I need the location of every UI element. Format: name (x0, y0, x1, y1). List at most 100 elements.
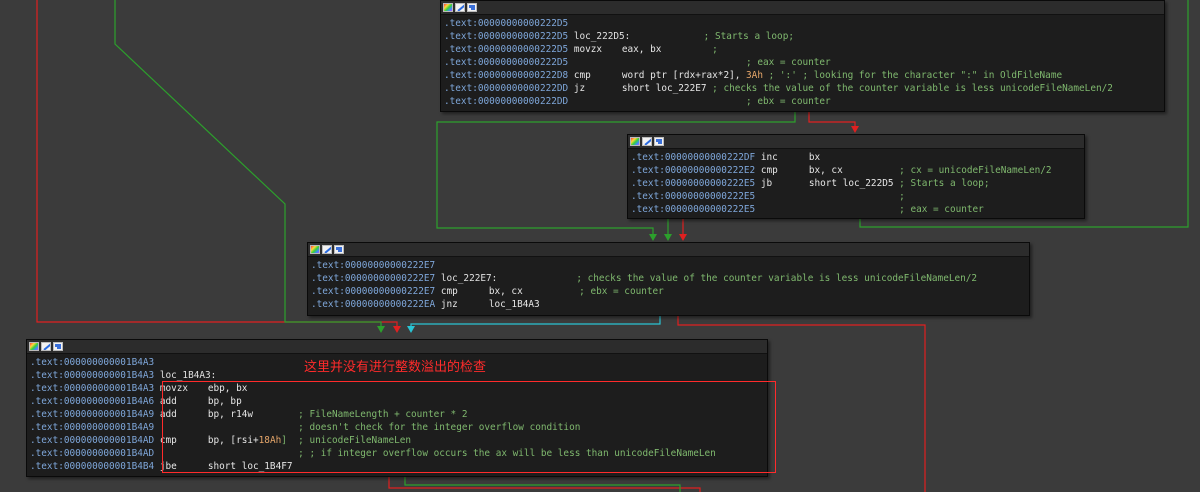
code-line[interactable]: .text:00000000000222DF inc bx (631, 151, 1081, 164)
line-mnemonic: movzx (573, 44, 603, 55)
palette-icon[interactable] (443, 3, 453, 12)
line-address: .text:000000000001B4A3 (30, 370, 155, 381)
line-comment: ; ':' ; looking for the character ":" in… (762, 70, 1063, 81)
line-address: .text:00000000000222D5 (444, 44, 569, 55)
line-address: .text:000000000001B4B4 (30, 461, 155, 472)
line-address: .text:000000000001B4A6 (30, 396, 155, 407)
code-block-loc-222D5[interactable]: .text:00000000000222D5 .text:00000000000… (440, 0, 1165, 112)
code-line[interactable]: .text:00000000000222E7 loc_222E7: ; chec… (311, 272, 1026, 285)
line-operand: bx, cx (488, 286, 580, 297)
line-operand (622, 95, 746, 108)
code-line[interactable]: .text:00000000000222E5 ; eax = counter (631, 203, 1081, 216)
pencil-icon[interactable] (322, 245, 332, 254)
palette-icon[interactable] (310, 245, 320, 254)
code-line[interactable]: .text:00000000000222D8 cmp word ptr [rdx+… (444, 69, 1161, 82)
graph-icon[interactable] (53, 342, 63, 351)
annotation-highlight-box (162, 381, 776, 473)
line-address: .text:00000000000222E7 (311, 260, 436, 271)
edge-b3-to-b4-cyan (410, 314, 661, 331)
arrow-b4-cyan (407, 326, 415, 333)
line-comment: ; Starts a loop; (630, 31, 794, 42)
code-line[interactable]: .text:00000000000222D5 loc_222D5: ; Star… (444, 30, 1161, 43)
line-operand: bx, cx (808, 165, 900, 176)
code-line[interactable]: .text:00000000000222E7 (311, 259, 1026, 272)
line-address: .text:00000000000222DD (444, 83, 569, 94)
line-mnemonic: cmp (440, 286, 458, 297)
line-address: .text:00000000000222EA (311, 299, 436, 310)
palette-icon[interactable] (630, 137, 640, 146)
line-address: .text:00000000000222E7 (311, 273, 436, 284)
line-operand (809, 190, 899, 203)
pencil-icon[interactable] (455, 3, 465, 12)
code-line[interactable]: .text:00000000000222D5 movzx eax, bx ; (444, 43, 1161, 56)
line-operand (622, 56, 746, 69)
code-block-loc-222E7[interactable]: .text:00000000000222E7 .text:00000000000… (307, 242, 1030, 316)
line-mnemonic: cmp (573, 70, 591, 81)
line-address: .text:000000000001B4A3 (30, 357, 155, 368)
arrow-b2-red (851, 126, 859, 133)
line-address: .text:00000000000222E5 (631, 191, 756, 202)
line-comment: ; eax = counter (899, 204, 984, 215)
line-comment: ; eax = counter (746, 57, 831, 68)
line-operand: bx (808, 152, 821, 163)
line-address: .text:00000000000222D5 (444, 57, 569, 68)
graph-icon[interactable] (654, 137, 664, 146)
code-line[interactable]: .text:00000000000222DD jz short loc_222E7… (444, 82, 1161, 95)
code-line[interactable]: .text:00000000000222D5 ; eax = counter (444, 56, 1161, 69)
node-header (441, 1, 1164, 15)
line-address: .text:00000000000222E5 (631, 204, 756, 215)
code-line[interactable]: .text:00000000000222E2 cmp bx, cx ; cx = … (631, 164, 1081, 177)
line-address: .text:000000000001B4A9 (30, 409, 155, 420)
line-mnemonic: cmp (760, 165, 778, 176)
pencil-icon[interactable] (642, 137, 652, 146)
arrow-b3-green-2 (664, 234, 672, 241)
code-line[interactable]: .text:00000000000222E5 ; (631, 190, 1081, 203)
node-header (628, 135, 1084, 149)
line-address: .text:00000000000222E2 (631, 165, 756, 176)
line-comment: ; checks the value of the counter variab… (497, 273, 978, 284)
code-line[interactable]: .text:00000000000222D5 (444, 17, 1161, 30)
pencil-icon[interactable] (41, 342, 51, 351)
line-comment: ; Starts a loop; (899, 178, 990, 189)
node-header (27, 340, 767, 354)
code-line[interactable]: .text:00000000000222DD ; ebx = counter (444, 95, 1161, 108)
arrow-b4-red (393, 326, 401, 333)
line-address: .text:00000000000222E7 (311, 286, 436, 297)
line-operand (809, 203, 899, 216)
line-mnemonic: jb (760, 178, 773, 189)
code-line[interactable]: .text:00000000000222EA jnz loc_1B4A3 (311, 298, 1026, 311)
line-address: .text:00000000000222D5 (444, 31, 569, 42)
line-operand: word ptr [rdx+rax*2], (621, 70, 747, 81)
code-line[interactable]: .text:00000000000222E7 cmp bx, cx ; ebx =… (311, 285, 1026, 298)
edge-b1-to-b2 (808, 111, 856, 131)
line-comment: ; (706, 44, 718, 55)
line-comment: ; cx = unicodeFileNameLen/2 (899, 165, 1052, 176)
line-address: .text:00000000000222D5 (444, 18, 569, 29)
annotation-text: 这里并没有进行整数溢出的检查 (304, 360, 487, 375)
line-operand: loc_1B4A3 (488, 299, 540, 310)
line-label: loc_1B4A3: (159, 370, 217, 381)
line-operand: eax, bx (621, 44, 707, 55)
graph-icon[interactable] (334, 245, 344, 254)
line-mnemonic: jz (573, 83, 586, 94)
line-address: .text:000000000001B4A9 (30, 422, 155, 433)
line-label: loc_222D5: (573, 31, 631, 42)
line-address: .text:00000000000222D8 (444, 70, 569, 81)
line-mnemonic: inc (760, 152, 778, 163)
line-comment: ; ebx = counter (579, 286, 664, 297)
line-address: .text:00000000000222DF (631, 152, 756, 163)
code-block-222DF[interactable]: .text:00000000000222DF inc bx .text:000000… (627, 134, 1085, 219)
line-comment: ; (899, 191, 905, 202)
line-operand: short loc_222E7 (621, 83, 713, 94)
code-line[interactable]: .text:00000000000222E5 jb short loc_222D5… (631, 177, 1081, 190)
line-address: .text:00000000000222E5 (631, 178, 756, 189)
palette-icon[interactable] (29, 342, 39, 351)
line-address: .text:000000000001B4AD (30, 448, 155, 459)
graph-icon[interactable] (467, 3, 477, 12)
line-number: 3Ah (746, 70, 763, 81)
line-comment: ; ebx = counter (746, 96, 831, 107)
line-comment: ; checks the value of the counter variab… (712, 83, 1113, 94)
line-mnemonic: jnz (440, 299, 458, 310)
arrow-b4-green (377, 326, 385, 333)
node-header (308, 243, 1029, 257)
